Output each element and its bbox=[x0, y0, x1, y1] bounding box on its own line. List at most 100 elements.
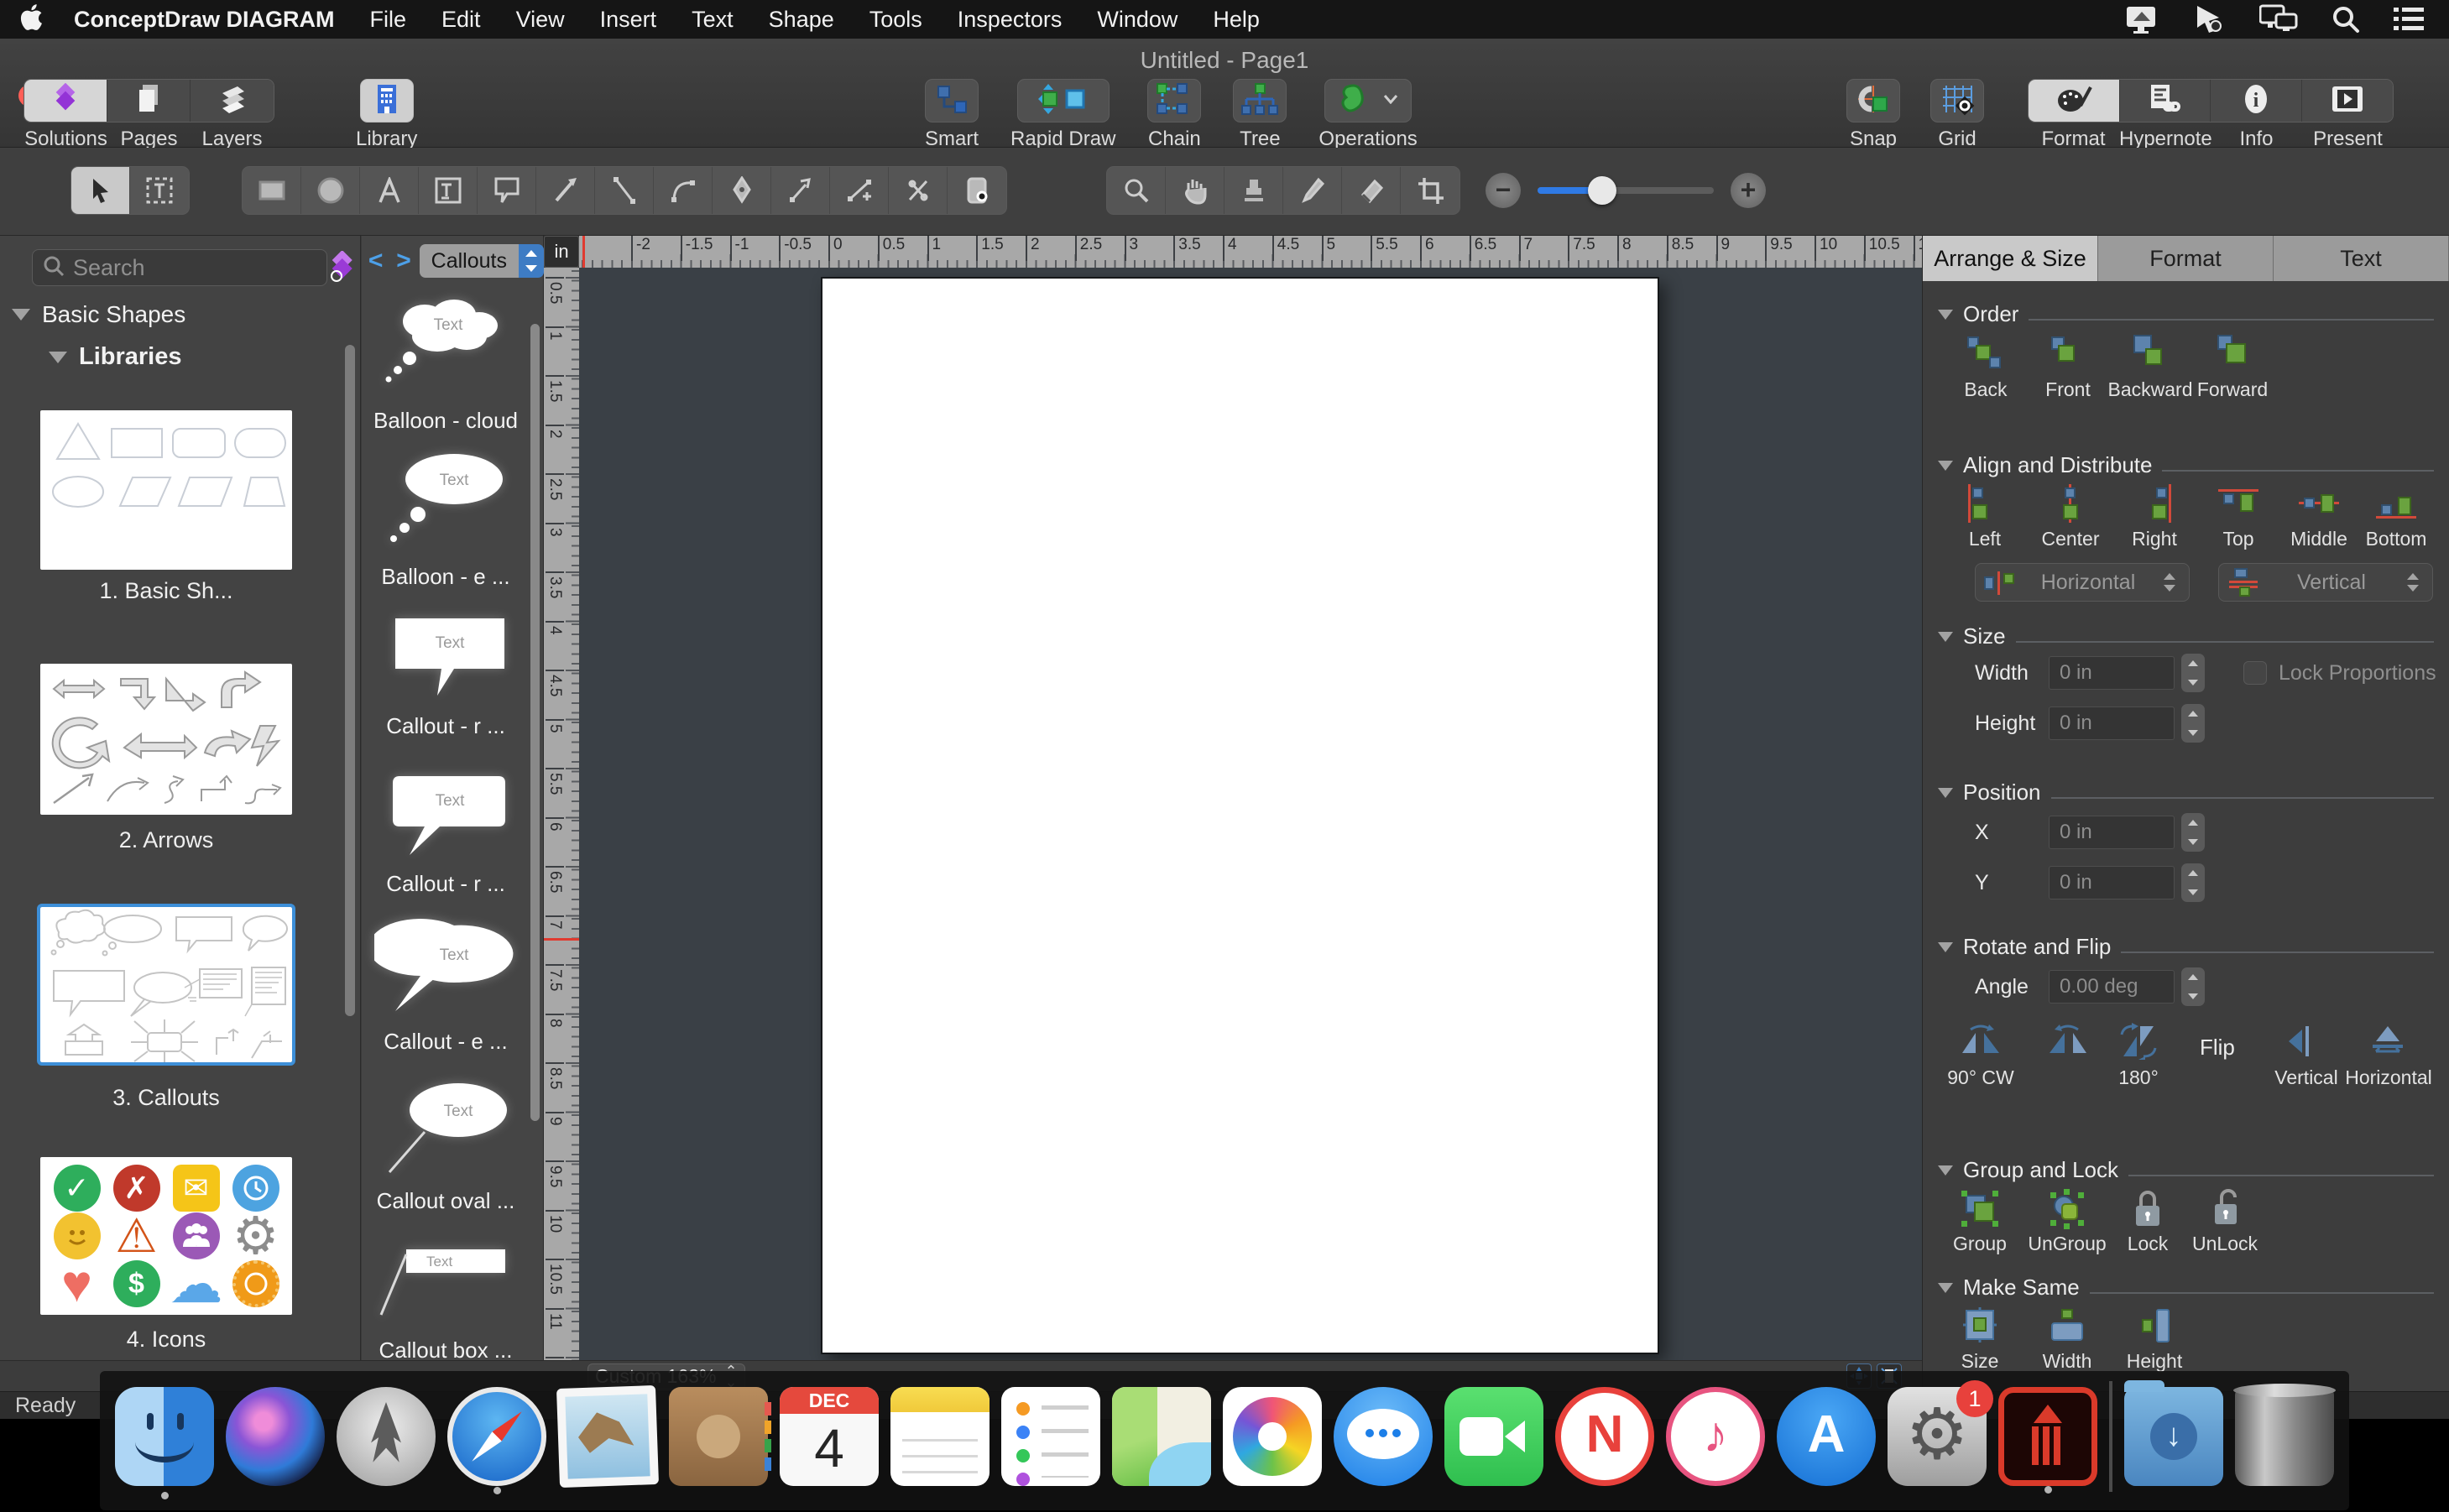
order-backward-button[interactable]: Backward bbox=[2104, 335, 2196, 401]
align-bottom-button[interactable]: Bottom bbox=[2356, 484, 2436, 550]
displays-icon[interactable] bbox=[2259, 4, 2298, 34]
info-tab-button[interactable]: i bbox=[2211, 80, 2302, 122]
dock-icon[interactable]: N bbox=[1555, 1387, 1654, 1486]
menu-item[interactable]: Shape bbox=[751, 0, 852, 39]
align-right-button[interactable]: Right bbox=[2114, 484, 2195, 550]
pages-tab[interactable] bbox=[107, 80, 191, 122]
menu-item[interactable]: Help bbox=[1195, 0, 1277, 39]
rotate-180-button[interactable]: 180° bbox=[2101, 1023, 2176, 1089]
dock-icon[interactable] bbox=[1998, 1387, 2097, 1486]
spotlight-search-icon[interactable] bbox=[2332, 5, 2360, 34]
rectangle-tool[interactable] bbox=[243, 167, 301, 214]
tab-format[interactable]: Format bbox=[2098, 236, 2274, 281]
rotate-90cw-button[interactable]: 90° CW bbox=[1935, 1023, 2027, 1089]
dock-icon[interactable]: ↓ bbox=[2124, 1387, 2223, 1486]
menu-item[interactable]: Window bbox=[1079, 0, 1195, 39]
x-field[interactable]: 0 in bbox=[2049, 816, 2175, 849]
format-tab-button[interactable] bbox=[2029, 80, 2120, 122]
tree-item-basic-shapes[interactable]: Basic Shapes bbox=[12, 301, 185, 328]
ellipse-tool[interactable] bbox=[301, 167, 360, 214]
line-tool[interactable] bbox=[595, 167, 654, 214]
next-library-button[interactable]: > bbox=[389, 247, 417, 275]
hypernote-tab-button[interactable] bbox=[2120, 80, 2211, 122]
dock-icon[interactable]: ⚙ 1 bbox=[1888, 1387, 1987, 1486]
library-card-basic-shapes[interactable] bbox=[40, 410, 292, 570]
ruler-unit-box[interactable]: in bbox=[544, 236, 579, 268]
pan-tool[interactable] bbox=[1166, 167, 1224, 214]
shape-item-callout-box[interactable]: Text Callout box ... bbox=[362, 1234, 530, 1363]
connector-tool[interactable] bbox=[536, 167, 595, 214]
library-card-arrows[interactable] bbox=[40, 664, 292, 815]
library-button[interactable] bbox=[360, 79, 414, 123]
menu-item[interactable]: Edit bbox=[424, 0, 499, 39]
dock-icon[interactable] bbox=[1334, 1387, 1433, 1486]
curve-tool[interactable] bbox=[654, 167, 713, 214]
library-group-select[interactable]: Callouts bbox=[420, 244, 544, 278]
collapse-triangle-icon[interactable] bbox=[1938, 788, 1953, 798]
distribute-vertical-select[interactable]: Vertical bbox=[2218, 563, 2433, 602]
angle-stepper[interactable] bbox=[2181, 967, 2205, 1006]
dock-icon[interactable] bbox=[1001, 1387, 1100, 1486]
dock-icon[interactable]: DEC 4 bbox=[780, 1387, 879, 1486]
sidebar-scrollbar[interactable] bbox=[345, 345, 355, 1016]
dock-icon[interactable] bbox=[556, 1385, 659, 1488]
zoom-tool[interactable] bbox=[1107, 167, 1166, 214]
smart-button[interactable] bbox=[925, 79, 979, 123]
collapse-triangle-icon[interactable] bbox=[1938, 461, 1953, 471]
zoom-slider-thumb[interactable] bbox=[1588, 176, 1616, 205]
collapse-triangle-icon[interactable] bbox=[1938, 632, 1953, 642]
collapse-triangle-icon[interactable] bbox=[1938, 1283, 1953, 1293]
split-node-tool[interactable] bbox=[889, 167, 948, 214]
rapid-draw-button[interactable] bbox=[1017, 79, 1110, 123]
dock-icon[interactable]: A bbox=[1777, 1387, 1876, 1486]
menu-item[interactable]: Text bbox=[674, 0, 751, 39]
snap-button[interactable] bbox=[1846, 79, 1900, 123]
tab-arrange-size[interactable]: Arrange & Size bbox=[1923, 236, 2098, 281]
width-stepper[interactable] bbox=[2181, 654, 2205, 692]
remote-cursor-icon[interactable] bbox=[2194, 4, 2226, 34]
add-node-tool[interactable] bbox=[830, 167, 889, 214]
menu-item[interactable]: Inspectors bbox=[940, 0, 1080, 39]
zoom-out-button[interactable]: − bbox=[1486, 173, 1521, 208]
menu-item[interactable]: Tools bbox=[852, 0, 940, 39]
eraser-tool[interactable] bbox=[1342, 167, 1401, 214]
group-button[interactable]: Group bbox=[1938, 1189, 2022, 1255]
stamp-tool[interactable] bbox=[1224, 167, 1283, 214]
align-center-button[interactable]: Center bbox=[2030, 484, 2111, 550]
align-left-button[interactable]: Left bbox=[1945, 484, 2025, 550]
edit-nodes-tool[interactable] bbox=[771, 167, 830, 214]
tree-button[interactable] bbox=[1233, 79, 1287, 123]
zoom-in-button[interactable]: + bbox=[1731, 173, 1766, 208]
select-tool[interactable] bbox=[71, 167, 130, 214]
collapse-triangle-icon[interactable] bbox=[1938, 1165, 1953, 1176]
zoom-slider[interactable] bbox=[1538, 187, 1714, 194]
drawing-canvas[interactable] bbox=[579, 268, 1922, 1360]
operations-button[interactable] bbox=[1324, 79, 1412, 123]
solutions-tab[interactable] bbox=[24, 80, 107, 122]
make-same-width-button[interactable]: Width bbox=[2025, 1306, 2109, 1373]
dock-icon[interactable] bbox=[1444, 1387, 1543, 1486]
shape-item-callout-rect[interactable]: Text Callout - r ... bbox=[362, 603, 530, 739]
library-group-stepper[interactable] bbox=[519, 244, 544, 278]
text-block-tool[interactable] bbox=[419, 167, 478, 214]
grid-button[interactable] bbox=[1930, 79, 1984, 123]
display-mirroring-icon[interactable] bbox=[2125, 5, 2160, 34]
dock-icon[interactable] bbox=[226, 1387, 325, 1486]
shape-item-balloon-ellipse[interactable]: Text Balloon - e ... bbox=[362, 446, 530, 590]
menu-item[interactable]: ConceptDraw DIAGRAM bbox=[50, 0, 352, 39]
crop-tool[interactable] bbox=[1401, 167, 1459, 214]
tree-item-libraries[interactable]: Libraries bbox=[49, 343, 182, 371]
dock-icon[interactable] bbox=[447, 1387, 546, 1486]
library-card-callouts[interactable] bbox=[40, 907, 292, 1062]
width-field[interactable]: 0 in bbox=[2049, 656, 2175, 690]
callout-tool[interactable] bbox=[478, 167, 536, 214]
align-middle-button[interactable]: Middle bbox=[2279, 484, 2359, 550]
dock-icon[interactable]: 3D bbox=[1112, 1387, 1211, 1486]
shape-item-callout-rounded[interactable]: Text Callout - r ... bbox=[362, 761, 530, 897]
shape-item-callout-oval[interactable]: Text Callout oval ... bbox=[362, 1075, 530, 1214]
make-same-height-button[interactable]: Height bbox=[2112, 1306, 2196, 1373]
align-top-button[interactable]: Top bbox=[2198, 484, 2279, 550]
library-label[interactable]: 2. Arrows bbox=[40, 827, 292, 853]
chain-button[interactable] bbox=[1147, 79, 1201, 123]
collapse-triangle-icon[interactable] bbox=[49, 352, 67, 363]
